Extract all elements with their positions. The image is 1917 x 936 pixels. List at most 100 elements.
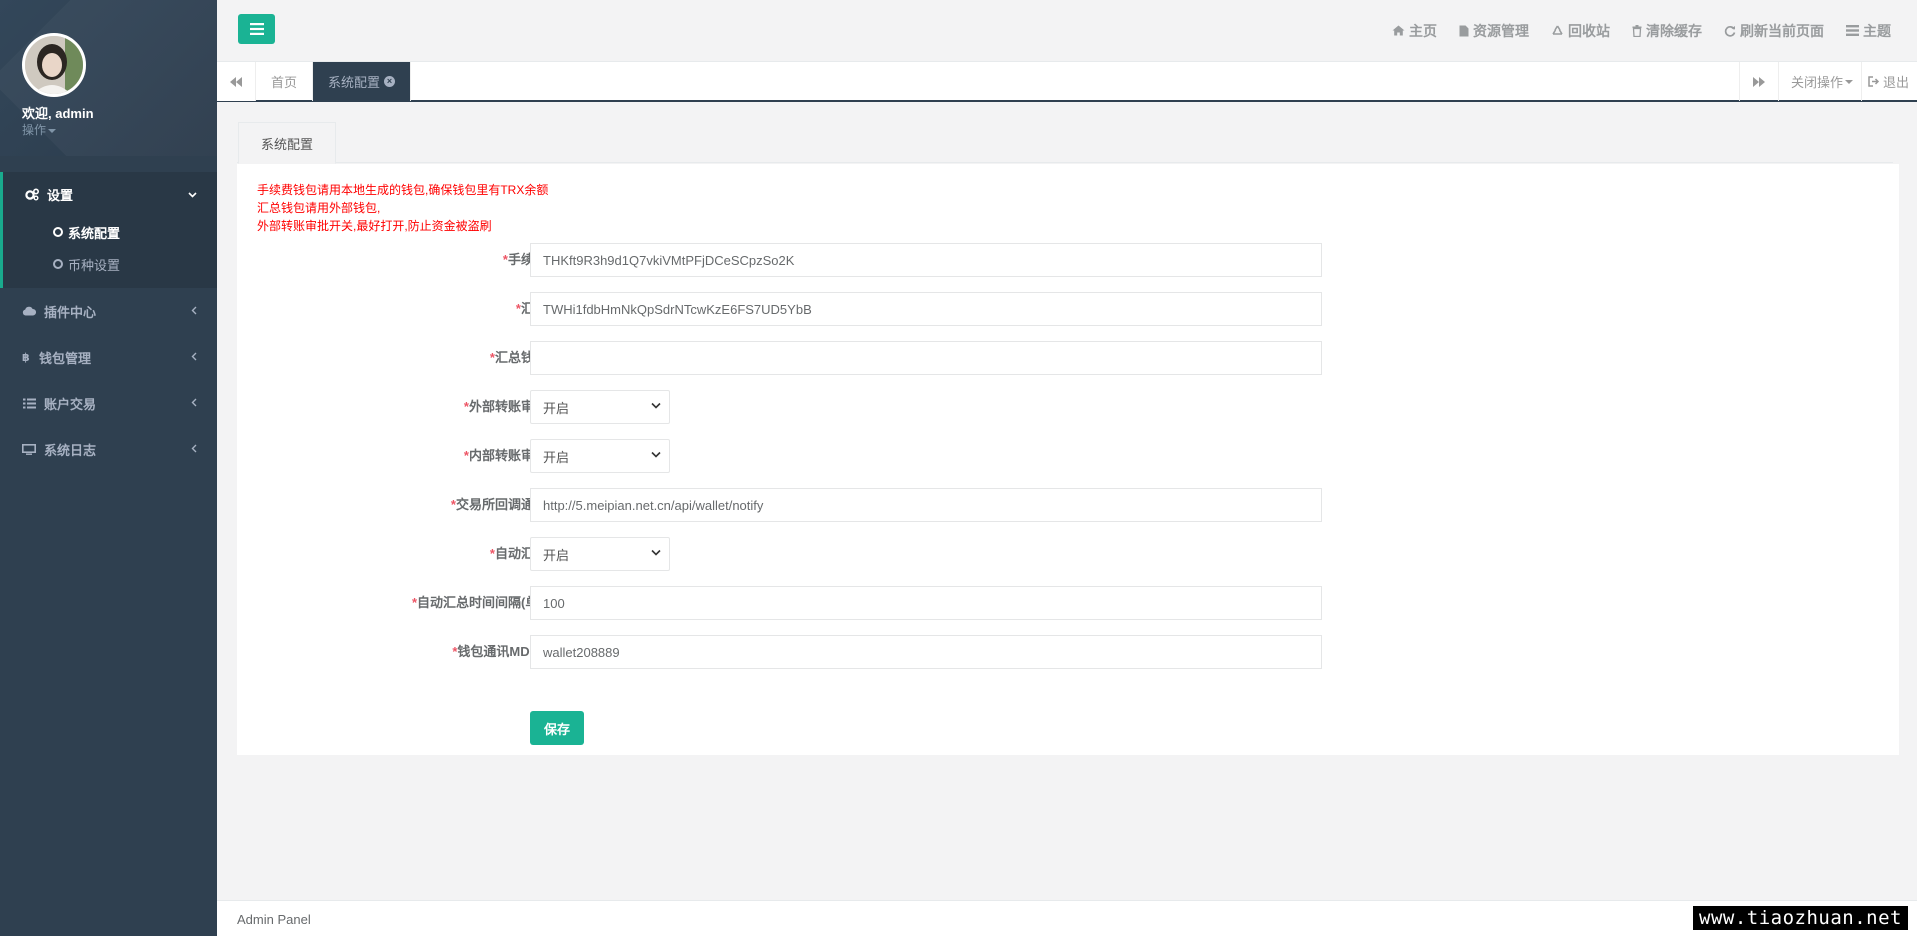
tasks-icon	[1846, 25, 1859, 36]
chevron-down-icon	[651, 549, 661, 556]
form-row-md5-key: *钱包通讯MD5 Key()	[237, 635, 1893, 669]
select-value: 开启	[543, 547, 570, 563]
close-ops-label: 关闭操作	[1790, 75, 1843, 90]
home-icon	[1392, 25, 1405, 36]
form-row-callback-url: *交易所回调通知地址	[237, 488, 1893, 522]
sidebar-item-wallet[interactable]: ฿ 钱包管理	[0, 334, 217, 380]
form-row-collect-interval: *自动汇总时间间隔(单位:秒)	[237, 586, 1893, 620]
top-link-resources[interactable]: 资源管理	[1459, 21, 1529, 41]
tab-home[interactable]: 首页	[256, 62, 314, 101]
save-button[interactable]: 保存	[530, 711, 584, 745]
chevron-left-icon	[191, 442, 197, 456]
note-line: 汇总钱包请用外部钱包,	[257, 201, 381, 215]
forward-icon	[1752, 76, 1765, 87]
top-link-clear-cache[interactable]: 清除缓存	[1632, 21, 1702, 41]
auto-collect-select[interactable]: 开启	[530, 537, 670, 571]
tab-label: 系统配置	[328, 75, 381, 90]
panel-edge	[1893, 164, 1899, 755]
internal-approval-select[interactable]: 开启	[530, 439, 670, 473]
chevron-left-icon	[191, 304, 197, 318]
footer: Admin Panel	[217, 900, 1917, 936]
sidebar-group-settings: 设置 系统配置 币种设置	[0, 172, 217, 288]
ops-label: 操作	[22, 123, 47, 137]
sidebar-group-account-trade: 账户交易	[0, 380, 217, 426]
external-approval-select[interactable]: 开启	[530, 390, 670, 424]
collect-wallet-input[interactable]	[530, 292, 1322, 326]
cloud-icon	[22, 304, 36, 318]
top-link-theme[interactable]: 主题	[1846, 21, 1891, 41]
close-icon[interactable]: ×	[384, 76, 396, 87]
top-link-label: 资源管理	[1473, 22, 1529, 39]
callback-url-input[interactable]	[530, 488, 1322, 522]
sidebar-item-label: 账户交易	[44, 396, 97, 412]
caret-down-icon	[48, 128, 57, 133]
file-icon	[1459, 25, 1469, 37]
form-row-fee-wallet: *手续费钱包	[237, 243, 1893, 277]
menu-toggle-button[interactable]	[238, 14, 275, 44]
tab-scroll-right-button[interactable]	[1738, 62, 1778, 101]
top-link-label: 主页	[1409, 22, 1437, 39]
sidebar-subitem-currency-settings[interactable]: 币种设置	[3, 248, 217, 280]
hamburger-icon	[249, 23, 264, 35]
note-line: 手续费钱包请用本地生成的钱包,确保钱包里有TRX余额	[257, 183, 549, 197]
chevron-down-icon	[651, 402, 661, 409]
tab-system-config[interactable]: 系统配置 ×	[313, 62, 412, 101]
sign-out-icon	[1868, 76, 1880, 87]
watermark: www.tiaozhuan.net	[1693, 906, 1908, 930]
page-tabs: 首页 系统配置 ×	[256, 62, 412, 101]
top-link-home[interactable]: 主页	[1392, 21, 1437, 41]
close-ops-dropdown[interactable]: 关闭操作	[1777, 62, 1861, 101]
welcome-text: 欢迎, admin	[22, 106, 94, 121]
collect-wallet-key-input[interactable]	[530, 341, 1322, 375]
logout-button[interactable]: 退出	[1860, 62, 1917, 101]
sidebar-subitem-system-config[interactable]: 系统配置	[3, 216, 217, 248]
backward-icon	[230, 76, 242, 87]
form-row-external-approval: *外部转账审批开关 开启	[237, 390, 1893, 424]
top-link-refresh[interactable]: 刷新当前页面	[1724, 21, 1824, 41]
tab-label: 首页	[271, 75, 298, 90]
form-row-auto-collect: *自动汇总开关 开启	[237, 537, 1893, 571]
chevron-down-icon	[651, 451, 661, 458]
note-line: 外部转账审批开关,最好打开,防止资金被盗刷	[257, 219, 492, 233]
form-tabs: 系统配置	[237, 122, 1893, 164]
sidebar-subitem-label: 币种设置	[68, 257, 121, 273]
top-link-label: 主题	[1863, 22, 1891, 39]
sidebar-item-label: 设置	[47, 187, 74, 203]
footer-text: Admin Panel	[237, 912, 311, 927]
collect-interval-input[interactable]	[530, 586, 1322, 620]
gears-icon	[25, 187, 39, 201]
form-row-collect-wallet: *汇总钱包	[237, 292, 1893, 326]
caret-down-icon	[1844, 79, 1853, 84]
sidebar-item-settings[interactable]: 设置	[3, 172, 217, 216]
avatar[interactable]	[22, 33, 86, 97]
sidebar-item-label: 系统日志	[44, 442, 97, 458]
md5-key-input[interactable]	[530, 635, 1322, 669]
sidebar-group-plugins: 插件中心	[0, 288, 217, 334]
sidebar-item-plugins[interactable]: 插件中心	[0, 288, 217, 334]
sidebar-group-system-log: 系统日志	[0, 426, 217, 472]
form-tab-label: 系统配置	[260, 136, 313, 152]
recycle-icon	[1551, 25, 1564, 37]
trash-icon	[1632, 24, 1642, 37]
chevron-left-icon	[191, 350, 197, 364]
desktop-icon	[22, 442, 36, 456]
form-row-collect-wallet-key: *汇总钱包私钥	[237, 341, 1893, 375]
top-header: 主页 资源管理 回收站 清除缓存 刷新当前页面 主题	[217, 0, 1917, 61]
fee-wallet-input[interactable]	[530, 243, 1322, 277]
config-notes: 手续费钱包请用本地生成的钱包,确保钱包里有TRX余额 汇总钱包请用外部钱包, 外…	[257, 181, 548, 235]
sidebar-item-system-log[interactable]: 系统日志	[0, 426, 217, 472]
ops-dropdown[interactable]: 操作	[22, 121, 57, 138]
sidebar-item-account-trade[interactable]: 账户交易	[0, 380, 217, 426]
tab-scroll-left-button[interactable]	[217, 62, 256, 101]
top-links: 主页 资源管理 回收站 清除缓存 刷新当前页面 主题	[1370, 0, 1891, 61]
circle-icon	[53, 227, 63, 237]
form-row-internal-approval: *内部转账审批开关 开启	[237, 439, 1893, 473]
top-link-label: 清除缓存	[1646, 22, 1702, 39]
circle-icon	[53, 259, 63, 269]
bitcoin-icon: ฿	[22, 350, 31, 364]
sidebar-item-label: 插件中心	[44, 304, 97, 320]
refresh-icon	[1724, 25, 1736, 37]
sidebar-item-label: 钱包管理	[39, 350, 92, 366]
form-tab-system-config[interactable]: 系统配置	[238, 122, 336, 164]
top-link-recycle-bin[interactable]: 回收站	[1551, 21, 1610, 41]
